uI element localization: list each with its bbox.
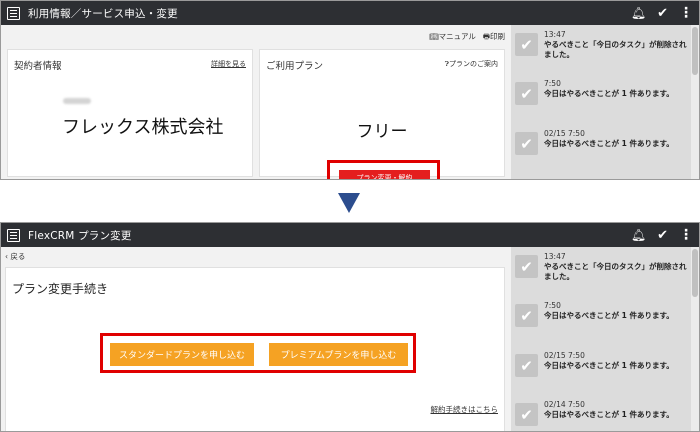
notification-time: 02/14 7:50 [544, 400, 585, 409]
notification-message: やるべきこと「今日のタスク」が削除されました。 [544, 40, 687, 59]
blurred-label [63, 98, 91, 104]
hamburger-icon[interactable] [7, 228, 20, 242]
back-link[interactable]: ‹ 戻る [5, 251, 25, 262]
notification-time: 13:47 [544, 30, 566, 39]
kebab-icon[interactable]: ⋮ [679, 227, 693, 243]
card-title: ご利用プラン [266, 61, 324, 72]
notification-pane: ✔ 13:47 やるべきこと「今日のタスク」が削除されました。 ✔ 7:50 今… [511, 25, 699, 179]
plan-name: フリー [356, 122, 408, 142]
check-icon: ✔ [515, 33, 538, 56]
notification-time: 7:50 [544, 79, 561, 88]
notification-message: やるべきこと「今日のタスク」が削除されました。 [544, 262, 687, 281]
highlight-box: プラン変更・解約 [327, 160, 440, 179]
top-app-bar: 利用情報／サービス申込・変更 🔔︎ ✔ ⋮ [1, 1, 699, 25]
notification-item[interactable]: ✔ 02/14 7:50 今日はやるべきことが 1 件あります。 [515, 400, 687, 431]
check-icon[interactable]: ✔ [657, 228, 668, 243]
down-arrow-icon [338, 193, 360, 213]
main-area: ‹ 戻る プラン変更手続き スタンダードプランを申し込む プレミアムプランを申し… [1, 247, 511, 431]
bell-icon[interactable]: 🔔︎ [631, 228, 646, 242]
cancellation-link[interactable]: 解約手続きはこちら [431, 404, 499, 415]
notification-item[interactable]: ✔ 7:50 今日はやるべきことが 1 件あります。 [515, 79, 687, 113]
plan-change-window: FlexCRM プラン変更 🔔︎ ✔ ⋮ ‹ 戻る プラン変更手続き スタンダー… [0, 222, 700, 432]
scrollbar[interactable] [691, 25, 699, 179]
notification-item[interactable]: ✔ 13:47 やるべきこと「今日のタスク」が削除されました。 [515, 30, 687, 64]
notification-item[interactable]: ✔ 7:50 今日はやるべきことが 1 件あります。 [515, 301, 687, 335]
plan-change-card: プラン変更手続き スタンダードプランを申し込む プレミアムプランを申し込む 解約… [5, 267, 505, 431]
page-title: プラン変更手続き [12, 282, 109, 296]
scroll-thumb[interactable] [692, 249, 698, 297]
window-title: FlexCRM プラン変更 [28, 229, 132, 242]
hamburger-icon[interactable] [7, 6, 20, 20]
printer-icon: 🖶 [482, 32, 490, 41]
notification-item[interactable]: ✔ 02/15 7:50 今日はやるべきことが 1 件あります。 [515, 129, 687, 163]
notification-time: 7:50 [544, 301, 561, 310]
check-icon[interactable]: ✔ [657, 6, 668, 21]
notification-time: 02/15 7:50 [544, 351, 585, 360]
notification-item[interactable]: ✔ 02/15 7:50 今日はやるべきことが 1 件あります。 [515, 351, 687, 385]
notification-message: 今日はやるべきことが 1 件あります。 [544, 361, 674, 370]
check-icon: ✔ [515, 82, 538, 105]
service-application-window: 利用情報／サービス申込・変更 🔔︎ ✔ ⋮ 📖︎マニュアル 🖶印刷 契約者情報 … [0, 0, 700, 180]
notification-time: 02/15 7:50 [544, 129, 585, 138]
company-name: フレックス株式会社 [62, 117, 224, 138]
card-title: 契約者情報 [14, 61, 62, 72]
check-icon: ✔ [515, 132, 538, 155]
check-icon: ✔ [515, 304, 538, 327]
window-title: 利用情報／サービス申込・変更 [28, 7, 178, 20]
apply-premium-plan-button[interactable]: プレミアムプランを申し込む [269, 343, 408, 366]
apply-standard-plan-button[interactable]: スタンダードプランを申し込む [110, 343, 254, 366]
scroll-thumb[interactable] [692, 27, 698, 75]
change-plan-button[interactable]: プラン変更・解約 [339, 170, 430, 179]
book-icon: 📖︎ [429, 32, 439, 41]
notification-time: 13:47 [544, 252, 566, 261]
check-icon: ✔ [515, 403, 538, 426]
scrollbar[interactable] [691, 247, 699, 431]
highlight-box: スタンダードプランを申し込む プレミアムプランを申し込む [100, 333, 416, 373]
notification-message: 今日はやるべきことが 1 件あります。 [544, 311, 674, 320]
contract-info-card: 契約者情報 詳細を見る フレックス株式会社 [7, 49, 253, 177]
check-icon: ✔ [515, 354, 538, 377]
bell-icon[interactable]: 🔔︎ [631, 6, 646, 20]
plan-guide-link[interactable]: ❓︎プランのご案内 [445, 59, 498, 69]
notification-message: 今日はやるべきことが 1 件あります。 [544, 410, 674, 419]
notification-item[interactable]: ✔ 13:47 やるべきこと「今日のタスク」が削除されました。 [515, 252, 687, 286]
manual-link[interactable]: 📖︎マニュアル [429, 31, 476, 44]
check-icon: ✔ [515, 255, 538, 278]
notification-pane: ✔ 13:47 やるべきこと「今日のタスク」が削除されました。 ✔ 7:50 今… [511, 247, 699, 431]
main-area: 📖︎マニュアル 🖶印刷 契約者情報 詳細を見る フレックス株式会社 ご利用プラン… [1, 25, 511, 179]
print-link[interactable]: 🖶印刷 [483, 31, 505, 44]
kebab-icon[interactable]: ⋮ [679, 5, 693, 21]
details-link[interactable]: 詳細を見る [211, 59, 246, 69]
notification-message: 今日はやるべきことが 1 件あります。 [544, 89, 674, 98]
top-app-bar: FlexCRM プラン変更 🔔︎ ✔ ⋮ [1, 223, 699, 247]
current-plan-card: ご利用プラン ❓︎プランのご案内 フリー プラン変更・解約 [259, 49, 505, 179]
notification-message: 今日はやるべきことが 1 件あります。 [544, 139, 674, 148]
